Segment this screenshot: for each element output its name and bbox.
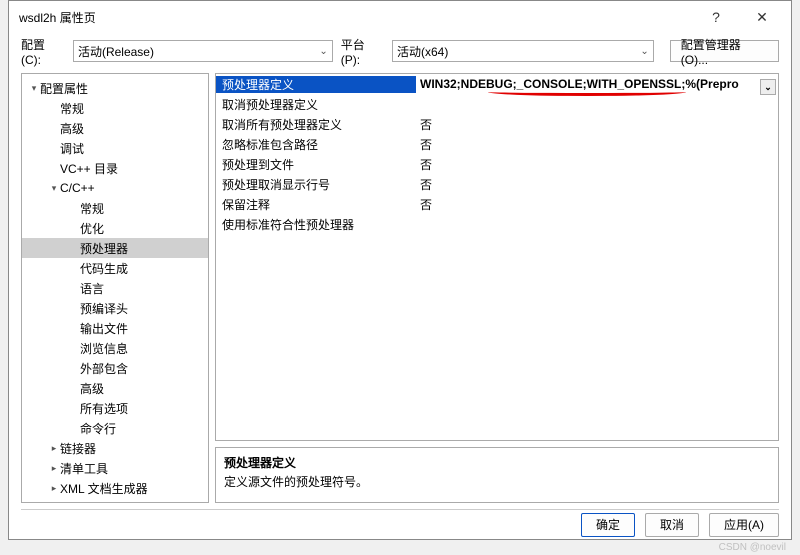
platform-value: 活动(x64) — [397, 43, 448, 60]
tree-item[interactable]: ▾配置属性 — [22, 78, 208, 98]
tree-item-label: 常规 — [60, 100, 84, 117]
tree-item-label: 命令行 — [80, 420, 116, 437]
footer: 确定 取消 应用(A) — [9, 510, 791, 539]
tree-item[interactable]: VC++ 目录 — [22, 158, 208, 178]
tree-item-label: 预处理器 — [80, 240, 128, 257]
tree-item[interactable]: 外部包含 — [22, 358, 208, 378]
tree-item[interactable]: 输出文件 — [22, 318, 208, 338]
expand-icon[interactable]: ▸ — [48, 483, 60, 494]
property-row[interactable]: 保留注释否 — [216, 194, 778, 214]
tree-item[interactable]: 代码生成 — [22, 258, 208, 278]
tree-item-label: 所有选项 — [80, 400, 128, 417]
expand-icon[interactable]: ▸ — [48, 463, 60, 474]
property-row[interactable]: 取消所有预处理器定义否 — [216, 114, 778, 134]
expand-collapse-icon[interactable]: ▾ — [48, 183, 60, 194]
chevron-down-icon: ⌄ — [640, 46, 648, 57]
property-name: 取消预处理器定义 — [216, 96, 416, 113]
tree-item[interactable]: ▸链接器 — [22, 438, 208, 458]
titlebar: wsdl2h 属性页 ? ✕ — [9, 1, 791, 33]
tree-item-label: XML 文档生成器 — [60, 480, 148, 497]
config-combo[interactable]: 活动(Release) ⌄ — [73, 40, 333, 62]
help-button[interactable]: ? — [693, 1, 739, 33]
close-button[interactable]: ✕ — [739, 1, 785, 33]
config-value: 活动(Release) — [78, 43, 154, 60]
tree-item-label: 常规 — [80, 200, 104, 217]
property-value[interactable]: 否 — [416, 196, 778, 213]
description-box: 预处理器定义 定义源文件的预处理符号。 — [215, 447, 779, 503]
property-name: 预处理器定义 — [216, 76, 416, 93]
tree-item-label: 高级 — [60, 120, 84, 137]
window-title: wsdl2h 属性页 — [19, 9, 693, 26]
property-name: 预处理取消显示行号 — [216, 176, 416, 193]
property-value[interactable]: 否 — [416, 116, 778, 133]
config-manager-label: 配置管理器(O)... — [681, 36, 768, 67]
tree-item-label: 代码生成 — [80, 260, 128, 277]
tree-item-label: 链接器 — [60, 440, 96, 457]
tree-item[interactable]: 常规 — [22, 98, 208, 118]
chevron-down-icon: ⌄ — [319, 46, 327, 57]
apply-button[interactable]: 应用(A) — [709, 513, 779, 537]
tree-item-label: 外部包含 — [80, 360, 128, 377]
tree-item-label: 清单工具 — [60, 460, 108, 477]
tree-item[interactable]: 优化 — [22, 218, 208, 238]
tree-item-label: 输出文件 — [80, 320, 128, 337]
property-value[interactable]: 否 — [416, 136, 778, 153]
tree-item-label: VC++ 目录 — [60, 160, 118, 177]
property-value[interactable]: WIN32;NDEBUG;_CONSOLE;WITH_OPENSSL;%(Pre… — [416, 77, 778, 91]
dialog-body: ▾配置属性常规高级调试VC++ 目录▾C/C++常规优化预处理器代码生成语言预编… — [9, 65, 791, 503]
toolbar: 配置(C): 活动(Release) ⌄ 平台(P): 活动(x64) ⌄ 配置… — [9, 33, 791, 65]
tree-item-label: 高级 — [80, 380, 104, 397]
tree-item[interactable]: 高级 — [22, 378, 208, 398]
tree-item[interactable]: ▸清单工具 — [22, 458, 208, 478]
tree-item[interactable]: 浏览信息 — [22, 338, 208, 358]
platform-combo[interactable]: 活动(x64) ⌄ — [392, 40, 654, 62]
property-row[interactable]: 预处理器定义WIN32;NDEBUG;_CONSOLE;WITH_OPENSSL… — [216, 74, 778, 94]
tree-item[interactable]: 命令行 — [22, 418, 208, 438]
property-name: 保留注释 — [216, 196, 416, 213]
description-title: 预处理器定义 — [224, 454, 770, 471]
property-page-dialog: wsdl2h 属性页 ? ✕ 配置(C): 活动(Release) ⌄ 平台(P… — [8, 0, 792, 540]
property-row[interactable]: 预处理到文件否 — [216, 154, 778, 174]
property-grid[interactable]: 预处理器定义WIN32;NDEBUG;_CONSOLE;WITH_OPENSSL… — [215, 73, 779, 441]
property-value[interactable]: 否 — [416, 176, 778, 193]
property-row[interactable]: 使用标准符合性预处理器 — [216, 214, 778, 234]
tree-item-label: 配置属性 — [40, 80, 88, 97]
tree-item[interactable]: 常规 — [22, 198, 208, 218]
tree-item[interactable]: 预编译头 — [22, 298, 208, 318]
platform-label: 平台(P): — [341, 36, 384, 67]
watermark: CSDN @noevil — [719, 542, 786, 553]
tree-item-label: 语言 — [80, 280, 104, 297]
expand-icon[interactable]: ▸ — [48, 443, 60, 454]
tree-item[interactable]: 预处理器 — [22, 238, 208, 258]
ok-button[interactable]: 确定 — [581, 513, 635, 537]
config-manager-button[interactable]: 配置管理器(O)... — [670, 40, 779, 62]
expand-collapse-icon[interactable]: ▾ — [28, 83, 40, 94]
cancel-button[interactable]: 取消 — [645, 513, 699, 537]
property-row[interactable]: 预处理取消显示行号否 — [216, 174, 778, 194]
tree-view[interactable]: ▾配置属性常规高级调试VC++ 目录▾C/C++常规优化预处理器代码生成语言预编… — [21, 73, 209, 503]
tree-item-label: 调试 — [60, 140, 84, 157]
tree-item-label: 预编译头 — [80, 300, 128, 317]
description-text: 定义源文件的预处理符号。 — [224, 473, 770, 490]
tree-item-label: C/C++ — [60, 181, 95, 195]
config-label: 配置(C): — [21, 36, 65, 67]
tree-item-label: 浏览信息 — [80, 340, 128, 357]
property-name: 取消所有预处理器定义 — [216, 116, 416, 133]
property-name: 使用标准符合性预处理器 — [216, 216, 416, 233]
right-pane: 预处理器定义WIN32;NDEBUG;_CONSOLE;WITH_OPENSSL… — [215, 73, 779, 503]
tree-item[interactable]: 语言 — [22, 278, 208, 298]
property-name: 预处理到文件 — [216, 156, 416, 173]
property-name: 忽略标准包含路径 — [216, 136, 416, 153]
tree-item[interactable]: 所有选项 — [22, 398, 208, 418]
property-row[interactable]: 取消预处理器定义 — [216, 94, 778, 114]
tree-item[interactable]: 调试 — [22, 138, 208, 158]
property-value[interactable]: 否 — [416, 156, 778, 173]
property-row[interactable]: 忽略标准包含路径否 — [216, 134, 778, 154]
tree-item-label: 优化 — [80, 220, 104, 237]
dropdown-button[interactable]: ⌄ — [760, 79, 776, 95]
tree-item[interactable]: ▾C/C++ — [22, 178, 208, 198]
tree-item[interactable]: ▸XML 文档生成器 — [22, 478, 208, 498]
tree-item[interactable]: 高级 — [22, 118, 208, 138]
